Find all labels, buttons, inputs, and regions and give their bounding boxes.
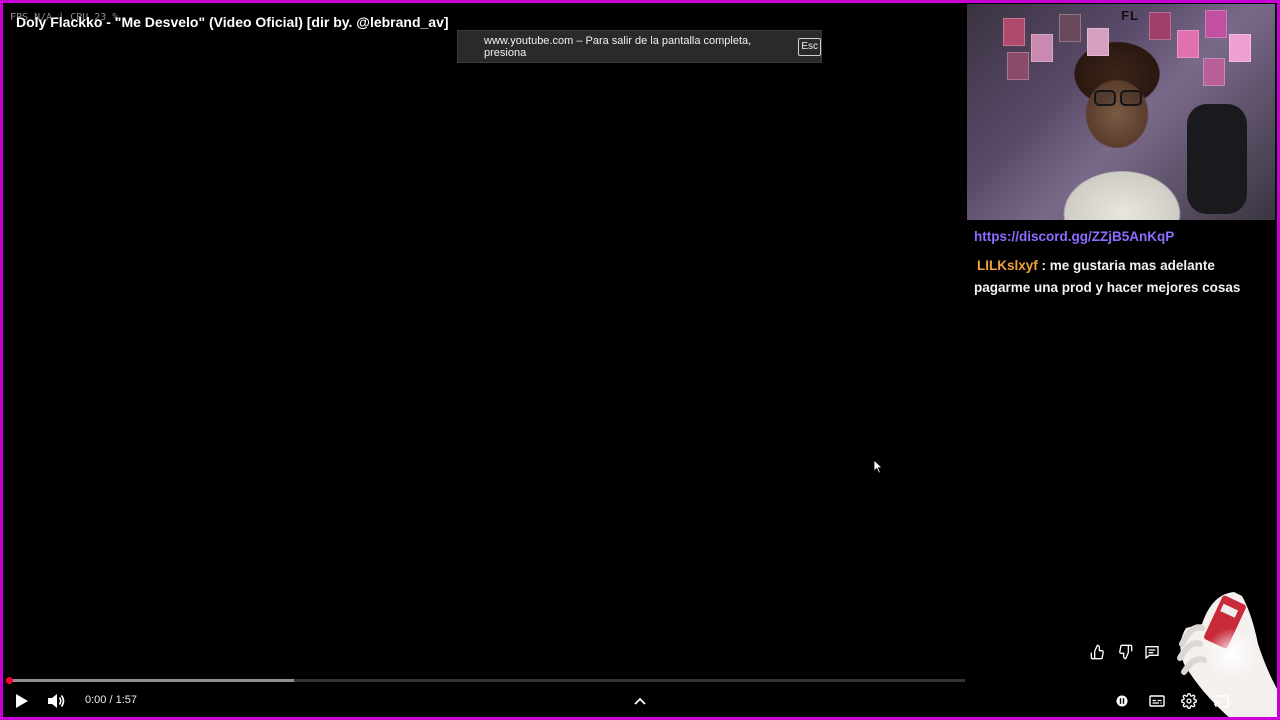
expand-button[interactable] [630,691,650,711]
fullscreen-notice-text: www.youtube.com – Para salir de la panta… [484,34,752,59]
chat-discord-link[interactable]: https://discord.gg/ZZjB5AnKqP [974,229,1174,244]
wall-poster [1229,34,1251,62]
time-total: 1:57 [115,694,138,706]
webcam-overlay: FL [967,4,1275,220]
glasses [1094,90,1146,108]
play-button[interactable] [12,691,32,711]
wall-poster [1087,28,1109,56]
chat-message: LILKslxyf : me gustaria mas adelante pag… [974,255,1264,299]
time-separator: / [106,694,116,706]
cast-icon [1213,695,1229,708]
autoplay-toggle[interactable] [1112,691,1132,711]
volume-button[interactable] [46,691,66,711]
side-actions [1088,641,1162,663]
subtitles-icon [1149,695,1165,707]
cast-button[interactable] [1211,691,1231,711]
webcam-logo: FL [1121,8,1139,23]
wall-poster [1003,18,1025,46]
wall-poster [1007,52,1029,80]
chevron-up-icon [634,697,646,705]
settings-button[interactable] [1179,691,1199,711]
wall-poster [1059,14,1081,42]
progress-buffered [6,679,294,682]
subtitles-button[interactable] [1147,691,1167,711]
autoplay-toggle-icon [1116,695,1128,707]
time-display: 0:00 / 1:57 [85,694,137,706]
comments-icon[interactable] [1142,641,1162,663]
fullscreen-notice: www.youtube.com – Para salir de la panta… [457,30,822,63]
wall-poster [1205,10,1227,38]
wall-poster [1203,58,1225,86]
progress-scrubber[interactable] [6,677,13,684]
time-current: 0:00 [85,694,107,706]
chat-username: LILKslxyf [977,258,1038,273]
esc-key-badge: Esc [798,37,821,56]
progress-bar[interactable] [6,677,965,684]
wall-poster [1149,12,1171,40]
video-title[interactable]: Doly Flackko - "Me Desvelo" (Video Ofici… [16,14,449,30]
volume-icon [48,694,65,708]
like-icon[interactable] [1088,641,1108,663]
wall-poster [1031,34,1053,62]
chair [1187,104,1247,214]
dislike-icon[interactable] [1115,641,1135,663]
play-icon [16,694,28,708]
wall-poster [1177,30,1199,58]
settings-icon [1181,693,1197,709]
video-player[interactable] [3,3,966,717]
